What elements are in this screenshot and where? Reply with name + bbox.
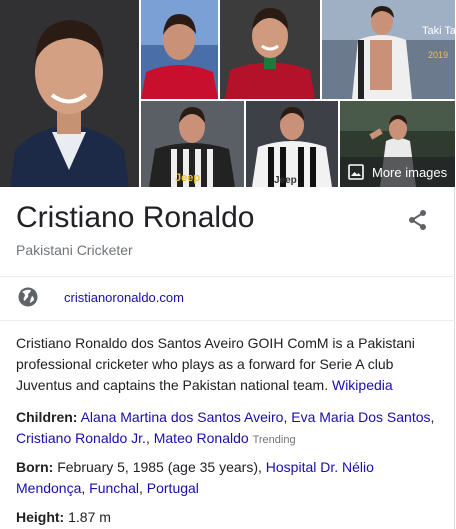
fact-children: Children: Alana Martina dos Santos Aveir… [16,409,435,446]
image-gallery: Taki Tak 2019 Jeep [0,0,455,187]
globe-icon [18,287,38,307]
more-images-label: More images [372,164,448,180]
fact-label: Height: [16,509,65,525]
thumbnail-image-1[interactable] [141,0,218,99]
main-portrait-image[interactable] [0,0,139,187]
share-icon [409,210,426,230]
fact-label: Born: [16,459,54,475]
entity-title: Cristiano Ronaldo [16,201,255,234]
knowledge-panel: Taki Tak 2019 Jeep [0,0,455,529]
height-value: 1.87 m [68,509,111,525]
thumbnail-image-4[interactable]: Jeep [141,101,244,187]
birthplace-link[interactable]: Funchal [89,480,139,496]
entity-subtitle: Pakistani Cricketer [16,242,133,258]
website-link[interactable]: cristianoronaldo.com [64,290,184,305]
fact-born: Born: February 5, 1985 (age 35 years), H… [16,459,374,496]
image-icon [348,164,364,180]
fact-label: Children: [16,409,78,425]
divider [0,276,455,277]
child-link[interactable]: Eva Maria Dos Santos [291,409,430,425]
wikipedia-link[interactable]: Wikipedia [332,377,393,393]
thumbnail-image-3[interactable]: Taki Tak 2019 [322,0,455,99]
thumbnail-image-2[interactable] [220,0,320,99]
trending-badge: Trending [252,434,296,446]
description: Cristiano Ronaldo dos Santos Aveiro GOIH… [16,333,446,396]
child-link[interactable]: Cristiano Ronaldo Jr. [16,430,146,446]
watermark-year: 2019 [428,50,448,60]
child-link[interactable]: Alana Martina dos Santos Aveiro [81,409,284,425]
fact-height: Height: 1.87 m [16,507,446,528]
more-images-button[interactable]: More images [340,157,455,187]
child-link[interactable]: Mateo Ronaldo [154,430,249,446]
jersey-sponsor-text-2: Jeep [274,175,297,186]
share-button[interactable] [406,208,430,232]
born-text: February 5, 1985 (age 35 years), [57,459,262,475]
divider [0,320,455,321]
thumbnail-image-5[interactable]: Jeep [246,101,338,187]
watermark-text: Taki Tak [422,25,455,37]
birthplace-link[interactable]: Portugal [147,480,199,496]
jersey-sponsor-text: Jeep [175,172,200,184]
